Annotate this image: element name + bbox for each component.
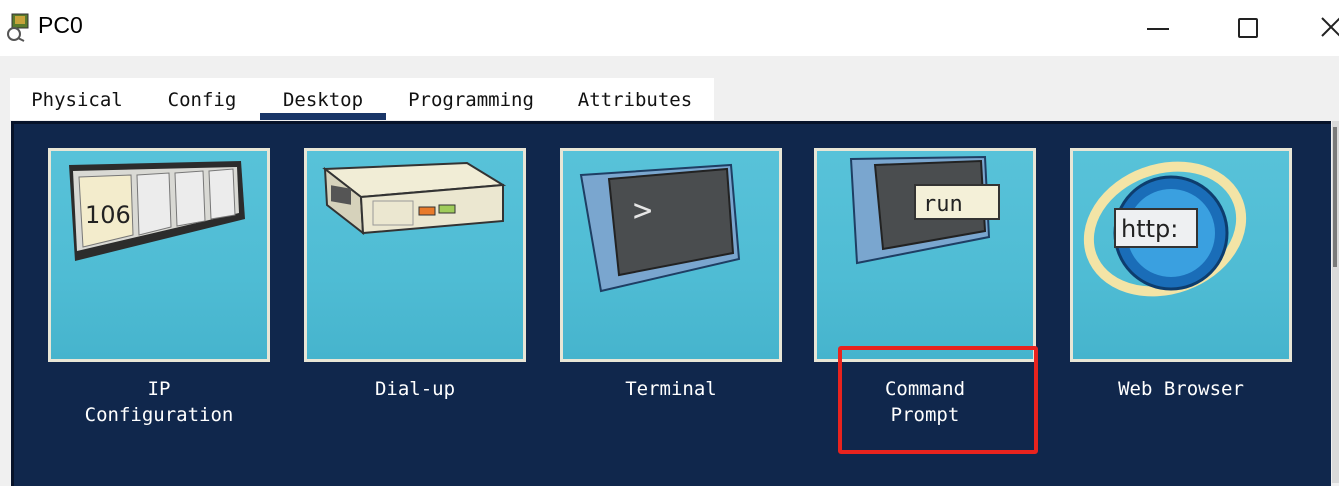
ip-configuration-tile[interactable]: 106: [48, 148, 270, 362]
app-label: Dial-up: [374, 378, 456, 400]
http-text: http:: [1121, 215, 1178, 243]
terminal-icon: >: [579, 163, 741, 293]
run-text: run: [923, 192, 963, 217]
dial-up-tile[interactable]: [304, 148, 526, 362]
app-label: Terminal: [625, 378, 717, 400]
window-title: PC0: [38, 12, 83, 38]
maximize-button[interactable]: [1225, 8, 1271, 48]
tab-attributes[interactable]: Attributes: [556, 78, 714, 120]
tab-bar: Physical Config Desktop Programming Attr…: [10, 78, 714, 120]
ip-icon-number: 106: [85, 201, 131, 229]
vertical-scrollbar[interactable]: [1332, 121, 1339, 483]
tab-programming[interactable]: Programming: [386, 78, 556, 120]
terminal-tile[interactable]: >: [560, 148, 782, 362]
ip-configuration-icon: 106: [69, 161, 245, 261]
packet-tracer-pc-icon: [4, 12, 34, 42]
web-browser-icon: http:: [1083, 161, 1247, 297]
app-web-browser[interactable]: http: Web Browser: [1070, 148, 1292, 402]
terminal-prompt-glyph: >: [633, 191, 652, 229]
close-icon: [1321, 17, 1339, 37]
title-bar: PC0: [0, 0, 1339, 56]
app-label: IP Configuration: [84, 378, 234, 426]
highlight-annotation: [838, 346, 1038, 454]
tab-physical[interactable]: Physical: [10, 78, 144, 120]
tab-config[interactable]: Config: [144, 78, 260, 120]
close-button[interactable]: [1310, 8, 1339, 48]
app-dial-up[interactable]: Dial-up: [304, 148, 526, 402]
command-prompt-icon: run: [849, 155, 1000, 265]
app-ip-configuration[interactable]: 106 IP Configuration: [48, 148, 270, 428]
tab-desktop[interactable]: Desktop: [260, 78, 386, 120]
minimize-button[interactable]: [1135, 8, 1181, 48]
command-prompt-tile[interactable]: run: [814, 148, 1036, 362]
modem-icon: [322, 161, 507, 236]
app-terminal[interactable]: > Terminal: [560, 148, 782, 402]
app-label: Web Browser: [1118, 378, 1244, 400]
web-browser-tile[interactable]: http:: [1070, 148, 1292, 362]
